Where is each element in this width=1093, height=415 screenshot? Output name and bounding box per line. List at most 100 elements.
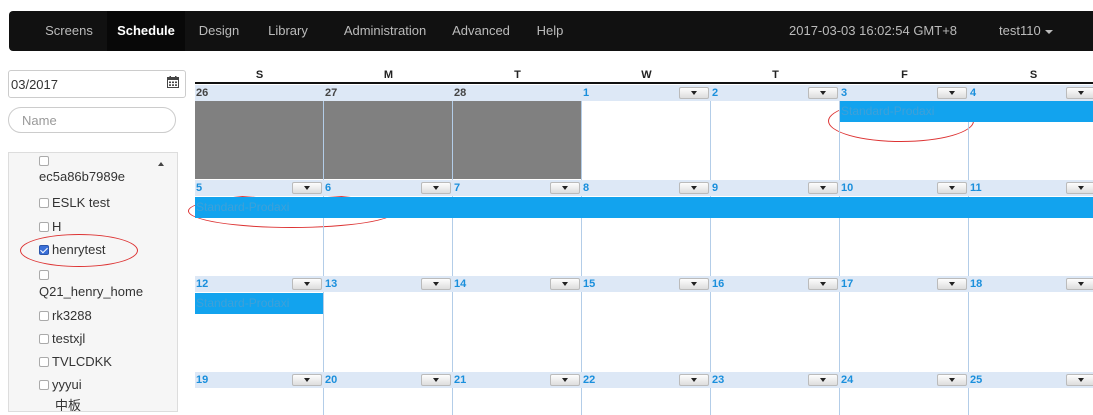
date-number[interactable]: 1 xyxy=(582,85,589,101)
date-number[interactable]: 4 xyxy=(969,85,976,101)
nav-help[interactable]: Help xyxy=(525,11,575,51)
date-number[interactable]: 8 xyxy=(582,180,589,196)
day-menu-button[interactable] xyxy=(1066,374,1093,386)
player-item[interactable]: ESLK test xyxy=(39,195,177,210)
date-number[interactable]: 19 xyxy=(195,372,208,388)
day-menu-button[interactable] xyxy=(550,278,580,290)
date-number[interactable]: 28 xyxy=(453,85,466,101)
day-menu-button[interactable] xyxy=(679,278,709,290)
player-label: testxjl xyxy=(52,331,86,346)
player-list[interactable]: ec5a86b7989e ESLK test H henrytest Q21_h… xyxy=(8,152,178,412)
player-item[interactable]: yyyui xyxy=(39,377,177,392)
date-number[interactable]: 17 xyxy=(840,276,853,292)
day-menu-button[interactable] xyxy=(292,278,322,290)
day-menu-button[interactable] xyxy=(421,374,451,386)
player-item[interactable]: 中板 xyxy=(55,395,177,411)
schedule-event[interactable]: Standard-Prodaxi xyxy=(840,101,1093,122)
date-number[interactable]: 10 xyxy=(840,180,853,196)
date-number[interactable]: 22 xyxy=(582,372,595,388)
date-number[interactable]: 11 xyxy=(969,180,982,196)
day-menu-button[interactable] xyxy=(808,278,838,290)
day-menu-button[interactable] xyxy=(550,182,580,194)
day-menu-button[interactable] xyxy=(937,87,967,99)
checkbox-checked[interactable] xyxy=(39,245,49,255)
weekday-header: M xyxy=(383,69,394,81)
player-item[interactable]: ec5a86b7989e xyxy=(39,169,177,184)
day-menu-button[interactable] xyxy=(679,182,709,194)
nav-screens[interactable]: Screens xyxy=(31,11,107,51)
date-number[interactable]: 14 xyxy=(453,276,466,292)
day-menu-button[interactable] xyxy=(679,374,709,386)
user-menu[interactable]: test110 xyxy=(999,11,1053,51)
date-number[interactable]: 27 xyxy=(324,85,337,101)
day-menu-button[interactable] xyxy=(421,278,451,290)
caret-down-icon xyxy=(820,91,826,95)
nav-administration[interactable]: Administration xyxy=(329,11,441,51)
caret-down-icon xyxy=(691,91,697,95)
checkbox[interactable] xyxy=(39,357,49,367)
player-item[interactable]: testxjl xyxy=(39,331,177,346)
checkbox[interactable] xyxy=(39,222,49,232)
schedule-event[interactable]: Standard-Prodaxi xyxy=(195,197,1093,218)
date-number[interactable]: 20 xyxy=(324,372,337,388)
player-item[interactable]: H xyxy=(39,219,177,234)
checkbox[interactable] xyxy=(39,380,49,390)
player-item[interactable]: rk3288 xyxy=(39,308,177,323)
checkbox[interactable] xyxy=(39,311,49,321)
date-number[interactable]: 13 xyxy=(324,276,337,292)
weekday-header: T xyxy=(514,69,521,81)
date-number[interactable]: 25 xyxy=(969,372,982,388)
date-number[interactable]: 26 xyxy=(195,85,208,101)
other-month-cell xyxy=(453,101,581,179)
day-menu-button[interactable] xyxy=(937,278,967,290)
player-label: ESLK test xyxy=(52,195,110,210)
checkbox[interactable] xyxy=(39,334,49,344)
player-item[interactable]: TVLCDKK xyxy=(39,354,177,369)
day-menu-button[interactable] xyxy=(421,182,451,194)
day-menu-button[interactable] xyxy=(937,374,967,386)
weekday-header: F xyxy=(901,69,908,81)
day-menu-button[interactable] xyxy=(808,374,838,386)
date-number[interactable]: 24 xyxy=(840,372,853,388)
date-number[interactable]: 9 xyxy=(711,180,718,196)
caret-down-icon xyxy=(1078,378,1084,382)
weekday-header: S xyxy=(1029,69,1038,81)
day-menu-button[interactable] xyxy=(1066,87,1093,99)
checkbox[interactable] xyxy=(39,198,49,208)
month-value: 03/2017 xyxy=(11,77,58,92)
date-number[interactable]: 5 xyxy=(195,180,202,196)
date-number[interactable]: 12 xyxy=(195,276,208,292)
date-number[interactable]: 15 xyxy=(582,276,595,292)
caret-down-icon xyxy=(820,378,826,382)
day-menu-button[interactable] xyxy=(292,182,322,194)
nav-schedule[interactable]: Schedule xyxy=(107,11,185,51)
name-search-input[interactable] xyxy=(8,107,176,133)
date-number[interactable]: 2 xyxy=(711,85,718,101)
day-menu-button[interactable] xyxy=(1066,278,1093,290)
day-menu-button[interactable] xyxy=(808,87,838,99)
nav-library[interactable]: Library xyxy=(259,11,317,51)
nav-design[interactable]: Design xyxy=(190,11,248,51)
nav-advanced[interactable]: Advanced xyxy=(441,11,521,51)
date-number[interactable]: 16 xyxy=(711,276,724,292)
player-item[interactable]: Q21_henry_home xyxy=(39,284,177,299)
day-menu-button[interactable] xyxy=(550,374,580,386)
date-number[interactable]: 21 xyxy=(453,372,466,388)
date-number[interactable]: 7 xyxy=(453,180,460,196)
day-menu-button[interactable] xyxy=(679,87,709,99)
player-checkbox[interactable] xyxy=(39,267,177,282)
date-number[interactable]: 18 xyxy=(969,276,982,292)
date-number[interactable]: 23 xyxy=(711,372,724,388)
calendar-icon[interactable] xyxy=(167,76,179,88)
date-number[interactable]: 6 xyxy=(324,180,331,196)
month-picker[interactable]: 03/2017 xyxy=(8,70,186,98)
day-menu-button[interactable] xyxy=(937,182,967,194)
day-menu-button[interactable] xyxy=(1066,182,1093,194)
day-menu-button[interactable] xyxy=(808,182,838,194)
player-checkbox[interactable] xyxy=(39,153,177,168)
day-menu-button[interactable] xyxy=(292,374,322,386)
weekday-header: T xyxy=(772,69,779,81)
schedule-event[interactable]: Standard-Prodaxi xyxy=(195,293,323,314)
date-number[interactable]: 3 xyxy=(840,85,847,101)
player-item[interactable]: henrytest xyxy=(39,242,177,257)
